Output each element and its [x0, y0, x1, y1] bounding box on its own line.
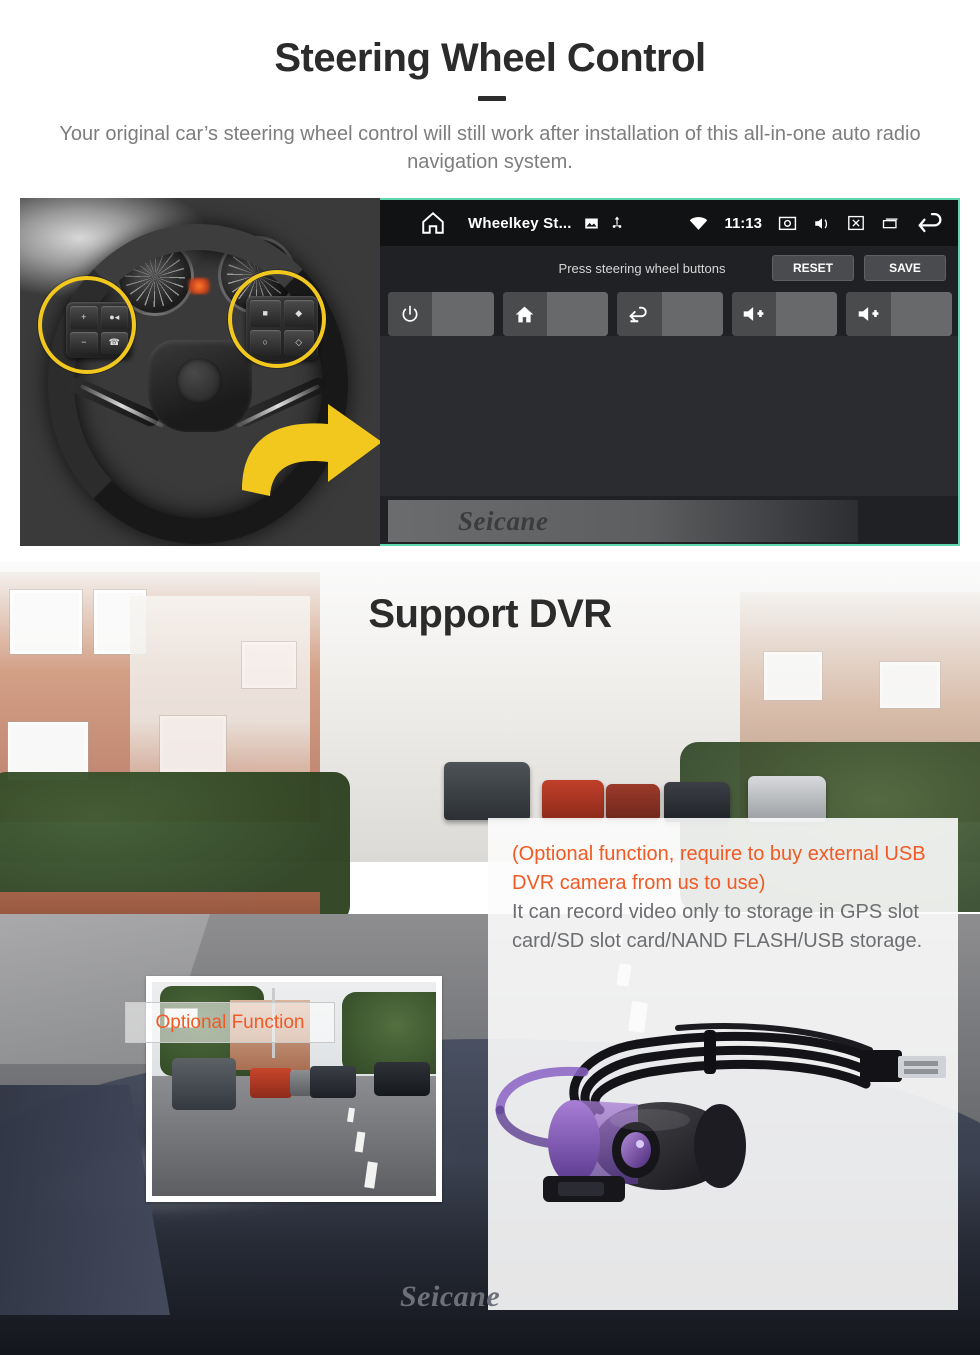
watermark-text: Seicane [458, 505, 549, 536]
status-mini-icons [584, 215, 624, 231]
dvr-info-panel: (Optional function, require to buy exter… [488, 818, 958, 1310]
key-tile-volume-up-1[interactable] [731, 292, 838, 336]
dc-car-black [374, 1062, 430, 1096]
key-tile-value [546, 292, 609, 336]
optional-function-button[interactable]: Optional Function [125, 1002, 335, 1043]
home-icon [502, 292, 547, 336]
page-subtitle: Your original car’s steering wheel contr… [59, 123, 921, 173]
head-unit-watermark: Seicane [388, 500, 858, 542]
highlight-circle-left [38, 276, 136, 374]
key-tile-grid [388, 292, 952, 336]
key-tile-value [776, 292, 838, 336]
status-bar: Wheelkey St... 11:13 [380, 200, 958, 246]
car-red [542, 780, 604, 820]
car-red-2 [606, 784, 660, 820]
key-tile-back[interactable] [617, 292, 723, 336]
status-right-icons: 11:13 [689, 212, 946, 234]
key-tile-value [432, 292, 494, 336]
toolbar-hint: Press steering wheel buttons [558, 260, 726, 276]
volume-up-icon [846, 292, 891, 336]
media-row: + ●◂ − ☎ ■ ◆ ○ ◇ Wheelkey St... 11:13 Pr… [20, 198, 960, 546]
yellow-arrow-icon [236, 394, 380, 504]
picture-icon [584, 218, 598, 228]
title-divider [478, 96, 506, 101]
car-silver [748, 776, 826, 822]
key-tile-value [890, 292, 952, 336]
key-tile-home[interactable] [502, 292, 609, 336]
dvr-watermark: Seicane [400, 1274, 720, 1320]
dvr-note-block: (Optional function, require to buy exter… [512, 840, 936, 956]
wheelkey-toolbar: Press steering wheel buttons RESET SAVE [380, 246, 958, 290]
recents-icon [882, 218, 898, 229]
dc-car-red [250, 1068, 292, 1098]
dvr-note-optional: (Optional function, require to buy exter… [512, 843, 926, 894]
save-button[interactable]: SAVE [864, 255, 946, 281]
back-icon [617, 292, 662, 336]
clock: 11:13 [724, 214, 762, 232]
product-detail-page: Steering Wheel Control Your original car… [0, 0, 980, 1355]
wifi-icon [690, 216, 708, 230]
back-arrow-icon [918, 212, 942, 232]
app-title: Wheelkey St... [468, 214, 572, 232]
home-icon[interactable] [420, 210, 446, 236]
section-title-dvr: Support DVR [368, 592, 612, 636]
usb-icon [612, 216, 621, 228]
dc-car-suv [172, 1058, 236, 1110]
car-dark [664, 782, 730, 822]
dvr-note-storage: It can record video only to storage in G… [512, 901, 923, 952]
key-tile-volume-up-2[interactable] [846, 292, 952, 336]
head-unit-screen: Wheelkey St... 11:13 Press steering whee… [380, 198, 960, 546]
reset-button[interactable]: RESET [772, 255, 854, 281]
watermark-text: Seicane [400, 1280, 501, 1313]
power-icon [388, 292, 433, 336]
volume-mute-icon [815, 217, 828, 229]
page-title: Steering Wheel Control [274, 36, 706, 80]
head-unit-empty-body [380, 336, 958, 496]
key-tile-power[interactable] [388, 292, 494, 336]
dc-car-dark [310, 1066, 356, 1098]
support-dvr-section: Support DVR (Optional function, require … [0, 562, 980, 1355]
hub-emblem [176, 358, 222, 404]
car-suv [444, 762, 530, 820]
highlight-circle-right [228, 270, 326, 368]
usb-dvr-camera-image [488, 994, 958, 1244]
close-box-icon [848, 215, 864, 231]
steering-wheel-control-section: Steering Wheel Control Your original car… [0, 0, 980, 562]
screenshot-icon [778, 216, 797, 231]
steering-wheel-photo: + ●◂ − ☎ ■ ◆ ○ ◇ [20, 198, 380, 546]
key-tile-value [661, 292, 723, 336]
volume-up-icon [731, 292, 777, 336]
